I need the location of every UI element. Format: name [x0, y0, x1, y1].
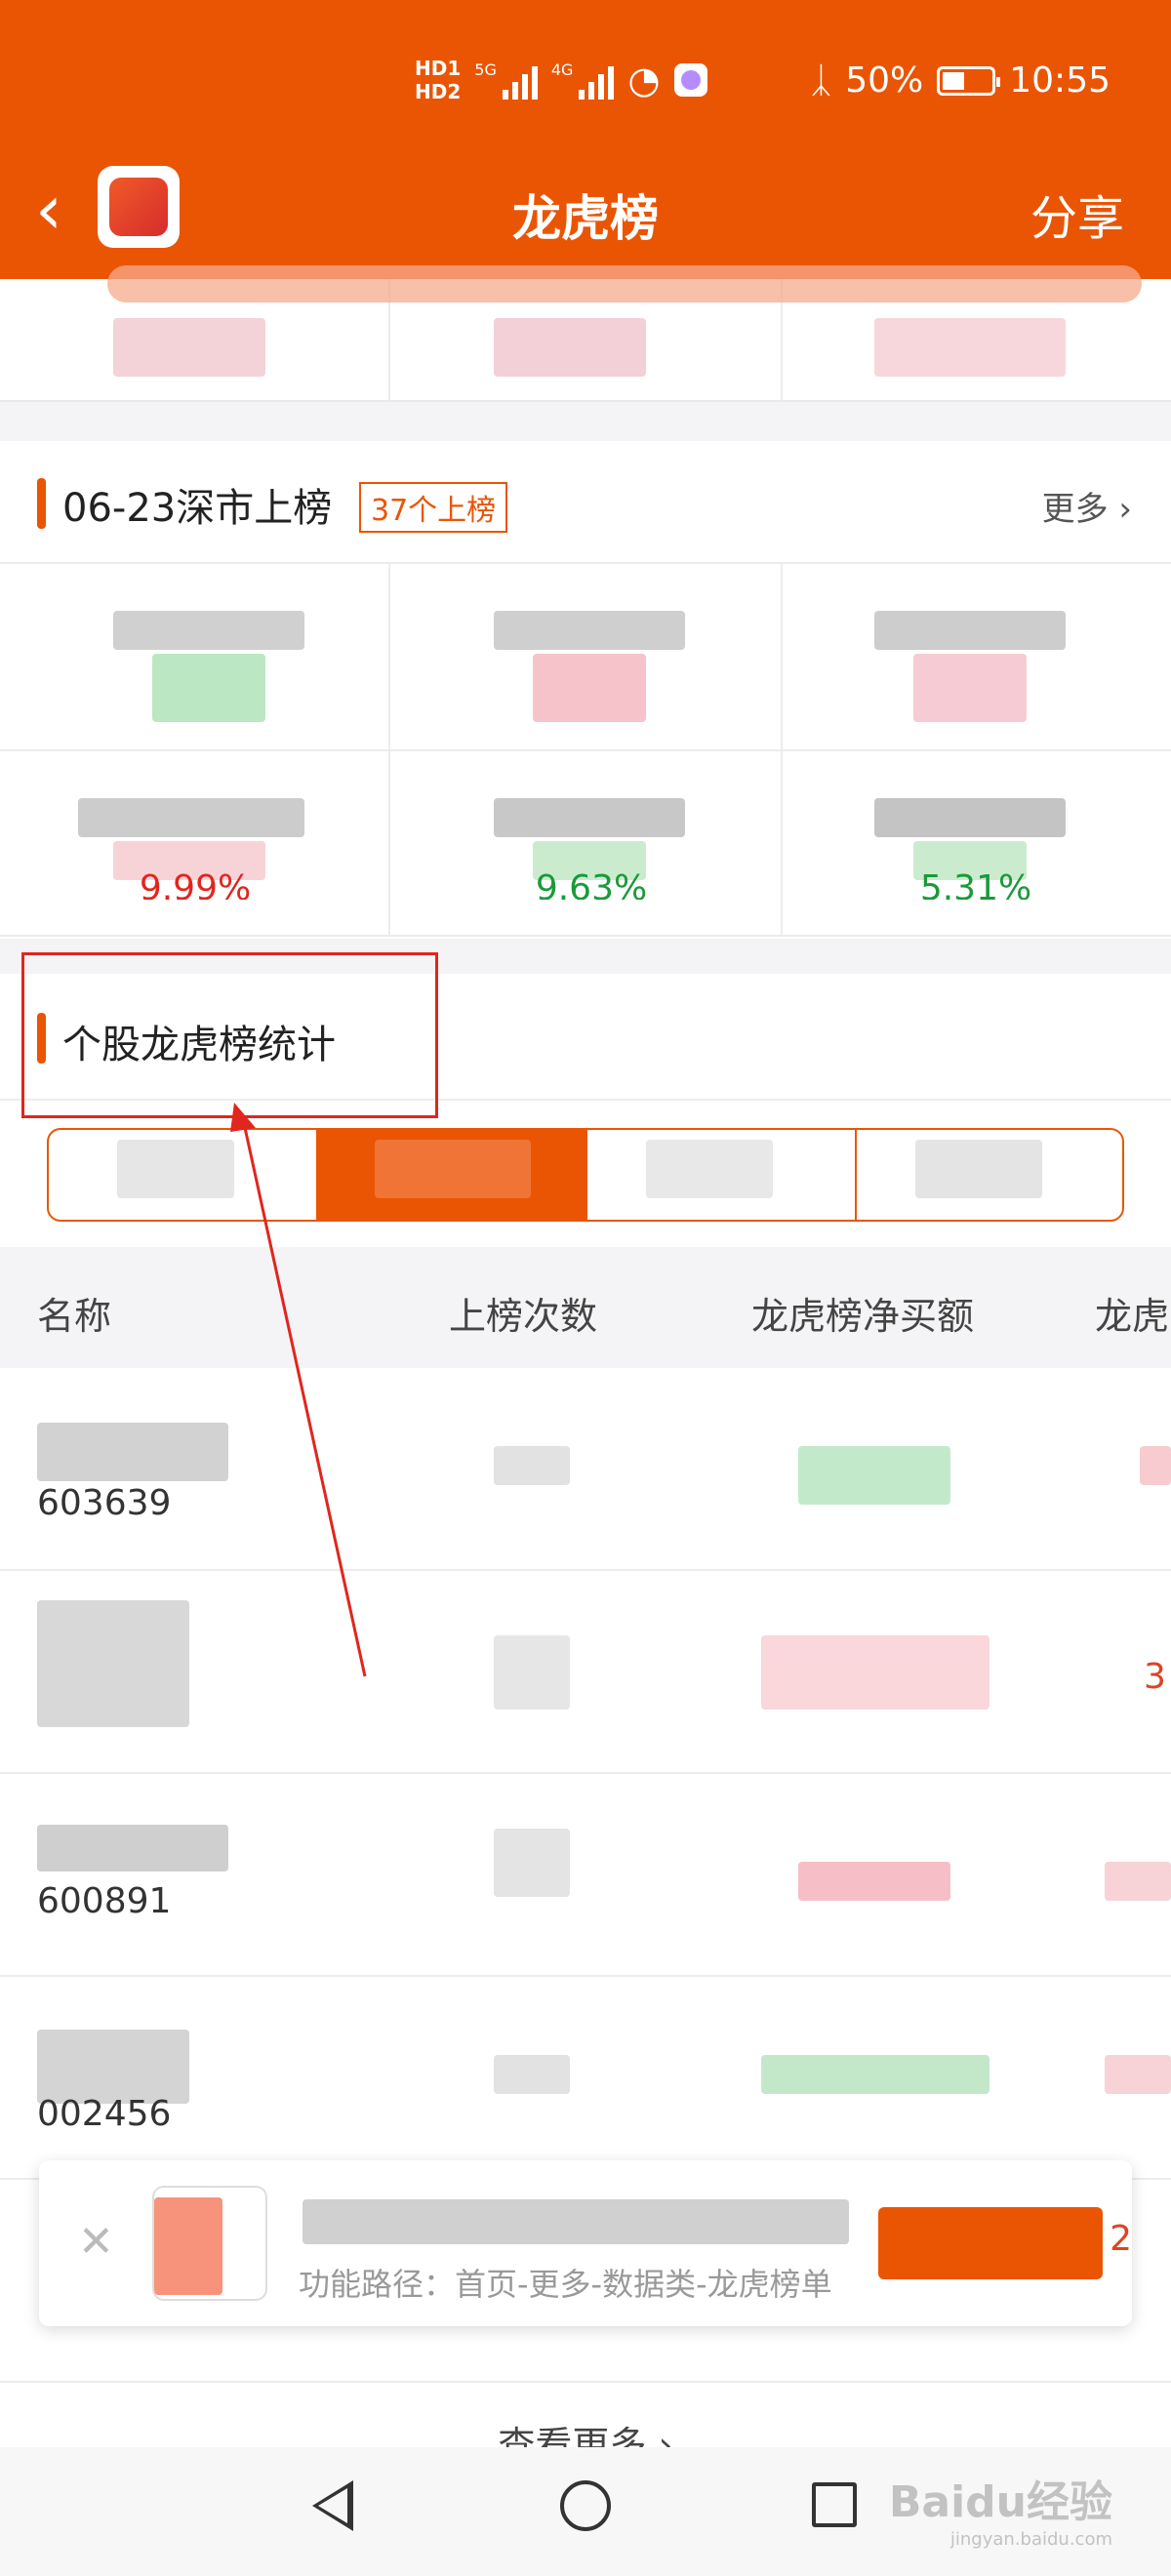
- column-header-net-buy[interactable]: 龙虎榜净买额: [751, 1286, 974, 1340]
- share-button[interactable]: 分享: [1030, 180, 1124, 248]
- status-bar: HD1 HD2 5G 4G ◔ ᛣ 50% 10:55: [0, 0, 1171, 174]
- bluetooth-icon: ᛣ: [810, 60, 832, 101]
- table-row[interactable]: 600891: [0, 1774, 1171, 1977]
- status-left-icons: HD1 HD2 5G 4G ◔: [415, 57, 707, 103]
- right-value: 2: [1110, 2219, 1132, 2259]
- column-header-count[interactable]: 上榜次数: [449, 1286, 597, 1340]
- blurred-value: [113, 318, 265, 377]
- feature-tip-card: ✕ 功能路径：首页-更多-数据类-龙虎榜单 2: [39, 2160, 1132, 2326]
- view-more-link[interactable]: 查看更多 ›: [0, 2418, 1171, 2447]
- watermark-logo: Baidu经验 jingyan.baidu.com: [888, 2477, 1112, 2550]
- blurred-name: [494, 611, 685, 650]
- right-value: 3: [1144, 1657, 1166, 1697]
- blurred-value: [152, 654, 265, 722]
- section-title: 06-23深市上榜: [62, 486, 333, 531]
- feature-path-text: 功能路径：首页-更多-数据类-龙虎榜单: [299, 2266, 832, 2303]
- status-right: ᛣ 50% 10:55: [811, 60, 1110, 101]
- signal-5g-icon: 5G: [474, 60, 538, 100]
- tab-1[interactable]: [49, 1130, 318, 1220]
- blurred-value: [494, 318, 646, 377]
- stock-code: 002456: [37, 2094, 172, 2127]
- app-header: HD1 HD2 5G 4G ◔ ᛣ 50% 10:55 ‹ 龙虎榜 分享: [0, 0, 1171, 279]
- system-recents-icon[interactable]: [812, 2482, 857, 2527]
- blurred-value: [913, 654, 1027, 722]
- tab-4[interactable]: [857, 1130, 1122, 1220]
- blurred-name: [113, 611, 304, 650]
- stock-code: 603639: [37, 1483, 172, 1516]
- hd-icon: HD1 HD2: [415, 57, 462, 103]
- table-row[interactable]: 603639: [0, 1368, 1171, 1571]
- nav-bar: ‹ 龙虎榜 分享: [0, 156, 1171, 263]
- table-header: 名称 上榜次数 龙虎榜净买额 龙虎: [0, 1247, 1171, 1368]
- notification-app-icon: [673, 63, 707, 97]
- table-row[interactable]: 002456: [0, 1977, 1171, 2180]
- blur-smear: [107, 265, 1142, 302]
- feature-icon: [152, 2186, 267, 2301]
- system-back-icon[interactable]: [312, 2480, 353, 2531]
- change-percent: 9.63%: [535, 868, 648, 900]
- close-icon[interactable]: ✕: [78, 2217, 114, 2267]
- annotation-highlight-box: [21, 952, 438, 1118]
- blurred-name: [494, 798, 685, 837]
- blurred-name: [874, 611, 1066, 650]
- table-row[interactable]: 3: [0, 1571, 1171, 1774]
- signal-4g-icon: 4G: [551, 60, 615, 100]
- blurred-name: [874, 798, 1066, 837]
- add-button[interactable]: [878, 2207, 1103, 2279]
- period-tabs: [47, 1128, 1124, 1222]
- change-percent: 5.31%: [919, 868, 1032, 900]
- blurred-value: [533, 654, 646, 722]
- count-badge: 37个上榜: [359, 482, 508, 533]
- battery-icon: [937, 65, 1001, 96]
- blurred-name: [78, 798, 304, 837]
- tab-3[interactable]: [587, 1130, 857, 1220]
- section-accent-bar: [37, 478, 46, 529]
- battery-percent: 50%: [845, 60, 924, 101]
- system-home-icon[interactable]: [560, 2480, 611, 2531]
- clock: 10:55: [1009, 60, 1110, 101]
- stock-grid: 9.99% 9.63% 5.31%: [0, 562, 1171, 937]
- stock-code: 600891: [37, 1881, 172, 1921]
- blurred-value: [874, 318, 1066, 377]
- shenshi-section-header: 06-23深市上榜 37个上榜 更多 ›: [0, 445, 1171, 562]
- page-title: 龙虎榜: [512, 190, 659, 247]
- chevron-right-icon: ›: [1118, 490, 1132, 529]
- column-header-name[interactable]: 名称: [37, 1286, 111, 1340]
- column-header-more[interactable]: 龙虎: [1095, 1286, 1169, 1340]
- wifi-icon: ◔: [627, 59, 661, 101]
- change-percent: 9.99%: [139, 868, 252, 900]
- more-link[interactable]: 更多 ›: [1042, 482, 1132, 530]
- tab-2-active[interactable]: [316, 1130, 586, 1220]
